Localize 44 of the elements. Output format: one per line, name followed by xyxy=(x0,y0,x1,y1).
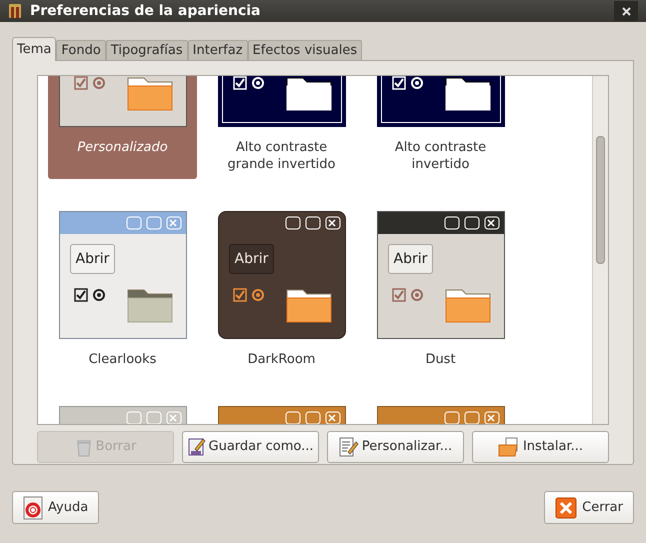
window-icon xyxy=(8,3,22,19)
close-icon xyxy=(555,496,578,518)
checkbox-radio-icon xyxy=(74,76,106,90)
document-pencil-icon xyxy=(188,437,206,457)
theme-item[interactable]: Abrir Dust xyxy=(366,203,515,374)
window-controls-icon xyxy=(444,216,500,230)
theme-item[interactable]: Alto contraste invertido xyxy=(366,76,515,179)
theme-name: Clearlooks xyxy=(88,351,156,368)
theme-action-button[interactable]: Personalizar... xyxy=(327,431,464,463)
close-icon xyxy=(622,6,630,16)
tab[interactable]: Fondo xyxy=(56,40,106,60)
preview-button: Abrir xyxy=(70,244,116,274)
theme-item[interactable]: Abrir DarkRoom xyxy=(207,203,356,374)
tab[interactable]: Efectos visuales xyxy=(248,40,362,60)
scrollbar-thumb[interactable] xyxy=(596,136,605,264)
close-button[interactable] xyxy=(614,1,638,21)
tab[interactable]: Interfaz xyxy=(188,40,248,60)
folder-document-icon xyxy=(498,437,520,457)
tab[interactable]: Tipografías xyxy=(106,40,188,60)
scrollbar[interactable] xyxy=(592,76,608,424)
lifebuoy-icon xyxy=(23,496,43,520)
help-button[interactable]: Ayuda xyxy=(12,491,100,524)
checkbox-radio-icon xyxy=(74,288,106,302)
theme-action-button[interactable]: Guardar como... xyxy=(182,431,319,463)
preview-button: Abrir xyxy=(388,244,434,274)
theme-item[interactable]: Abrir Clearlooks xyxy=(48,203,197,374)
window-title: Preferencias de la apariencia xyxy=(30,2,262,20)
theme-item[interactable]: Alto contraste grande invertido xyxy=(207,76,356,179)
theme-action-button[interactable]: Instalar... xyxy=(472,431,609,463)
preview-button: Abrir xyxy=(228,244,274,274)
checkbox-radio-icon xyxy=(232,288,264,302)
window-controls-icon xyxy=(284,216,340,230)
tab[interactable]: Tema xyxy=(12,37,56,61)
trash-icon xyxy=(74,437,93,457)
document-pencil-icon xyxy=(338,437,359,457)
theme-name: Alto contraste invertido xyxy=(394,139,488,173)
theme-name: Personalizado xyxy=(77,139,168,156)
theme-name: Dust xyxy=(425,351,456,368)
theme-item[interactable]: Personalizado xyxy=(48,76,197,179)
theme-name: DarkRoom xyxy=(248,351,316,368)
theme-name: Alto contraste grande invertido xyxy=(226,139,336,173)
window-controls-icon xyxy=(126,216,182,230)
checkbox-radio-icon xyxy=(392,288,424,302)
close-dialog-button[interactable]: Cerrar xyxy=(544,491,634,524)
